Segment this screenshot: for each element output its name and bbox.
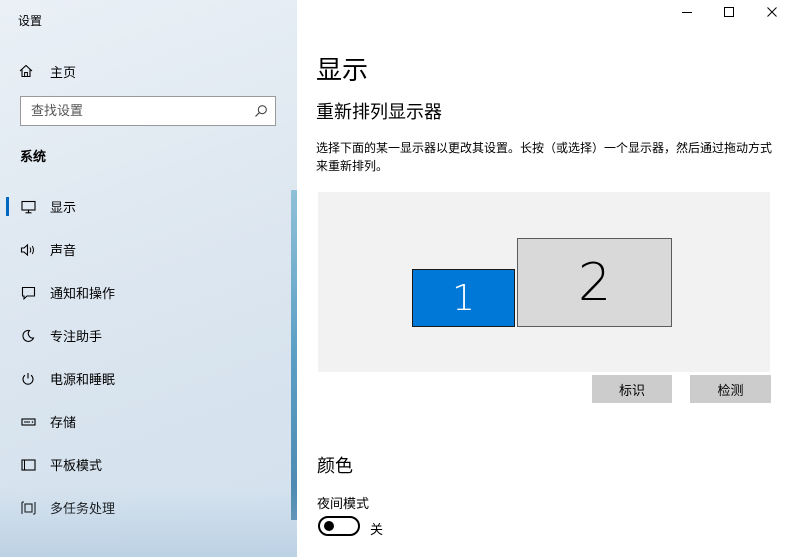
sidebar-item-sound[interactable]: 声音 [0,228,297,271]
section-label-system: 系统 [20,150,47,165]
sidebar-item-tablet-mode[interactable]: 平板模式 [0,443,297,486]
close-button[interactable] [750,0,794,24]
sidebar-item-label: 显示 [50,201,77,216]
home-icon [18,63,34,79]
sidebar-item-label: 电源和睡眠 [50,373,116,388]
sidebar-item-display[interactable]: 显示 [0,185,297,228]
window-title: 设置 [18,14,43,28]
monitor-1[interactable]: 1 [412,269,515,327]
search-input[interactable] [21,97,247,125]
sidebar-item-multitasking[interactable]: 多任务处理 [0,486,297,529]
navigation-pane: 设置 主页 系统 显示 声音 通知和操作 [0,0,297,557]
sidebar-item-power-sleep[interactable]: 电源和睡眠 [0,357,297,400]
night-mode-label: 夜间模式 [317,497,370,512]
home-label: 主页 [50,65,77,81]
page-title: 显示 [316,56,369,86]
display-arrangement-area: 1 2 [318,192,770,372]
sidebar-item-label: 声音 [50,244,77,259]
close-icon [767,7,777,17]
sidebar-item-label: 专注助手 [50,330,103,345]
maximize-button[interactable] [707,0,751,24]
sidebar-item-label: 多任务处理 [50,502,116,517]
night-mode-toggle[interactable] [318,516,360,536]
moon-icon [20,328,36,344]
storage-icon [20,414,36,430]
sidebar-item-focus-assist[interactable]: 专注助手 [0,314,297,357]
monitor-2[interactable]: 2 [517,238,672,327]
minimize-icon [682,12,692,13]
notification-icon [20,285,36,301]
home-button[interactable]: 主页 [18,60,76,82]
sidebar-item-label: 通知和操作 [50,287,116,302]
nav-list: 显示 声音 通知和操作 专注助手 电源和睡眠 存储 平板模式 多任务处理 [0,185,297,529]
toggle-knob [324,521,334,531]
night-mode-state: 关 [370,523,384,538]
search-box [20,96,276,126]
tablet-icon [20,457,36,473]
speaker-icon [20,242,36,258]
detect-button[interactable]: 检测 [690,375,771,403]
rearrange-title: 重新排列显示器 [316,102,442,123]
identify-button[interactable]: 标识 [592,375,672,403]
monitor-icon [20,199,36,215]
rearrange-description: 选择下面的某一显示器以更改其设置。长按（或选择）一个显示器，然后通过拖动方式来重… [316,141,773,173]
power-icon [20,371,36,387]
multitask-icon [20,500,36,516]
sidebar-item-notifications[interactable]: 通知和操作 [0,271,297,314]
search-icon[interactable] [247,104,275,118]
maximize-icon [724,7,734,17]
color-section-title: 颜色 [317,456,353,477]
sidebar-item-label: 存储 [50,416,77,431]
sidebar-item-storage[interactable]: 存储 [0,400,297,443]
sidebar-item-label: 平板模式 [50,459,103,474]
minimize-button[interactable] [665,0,709,24]
